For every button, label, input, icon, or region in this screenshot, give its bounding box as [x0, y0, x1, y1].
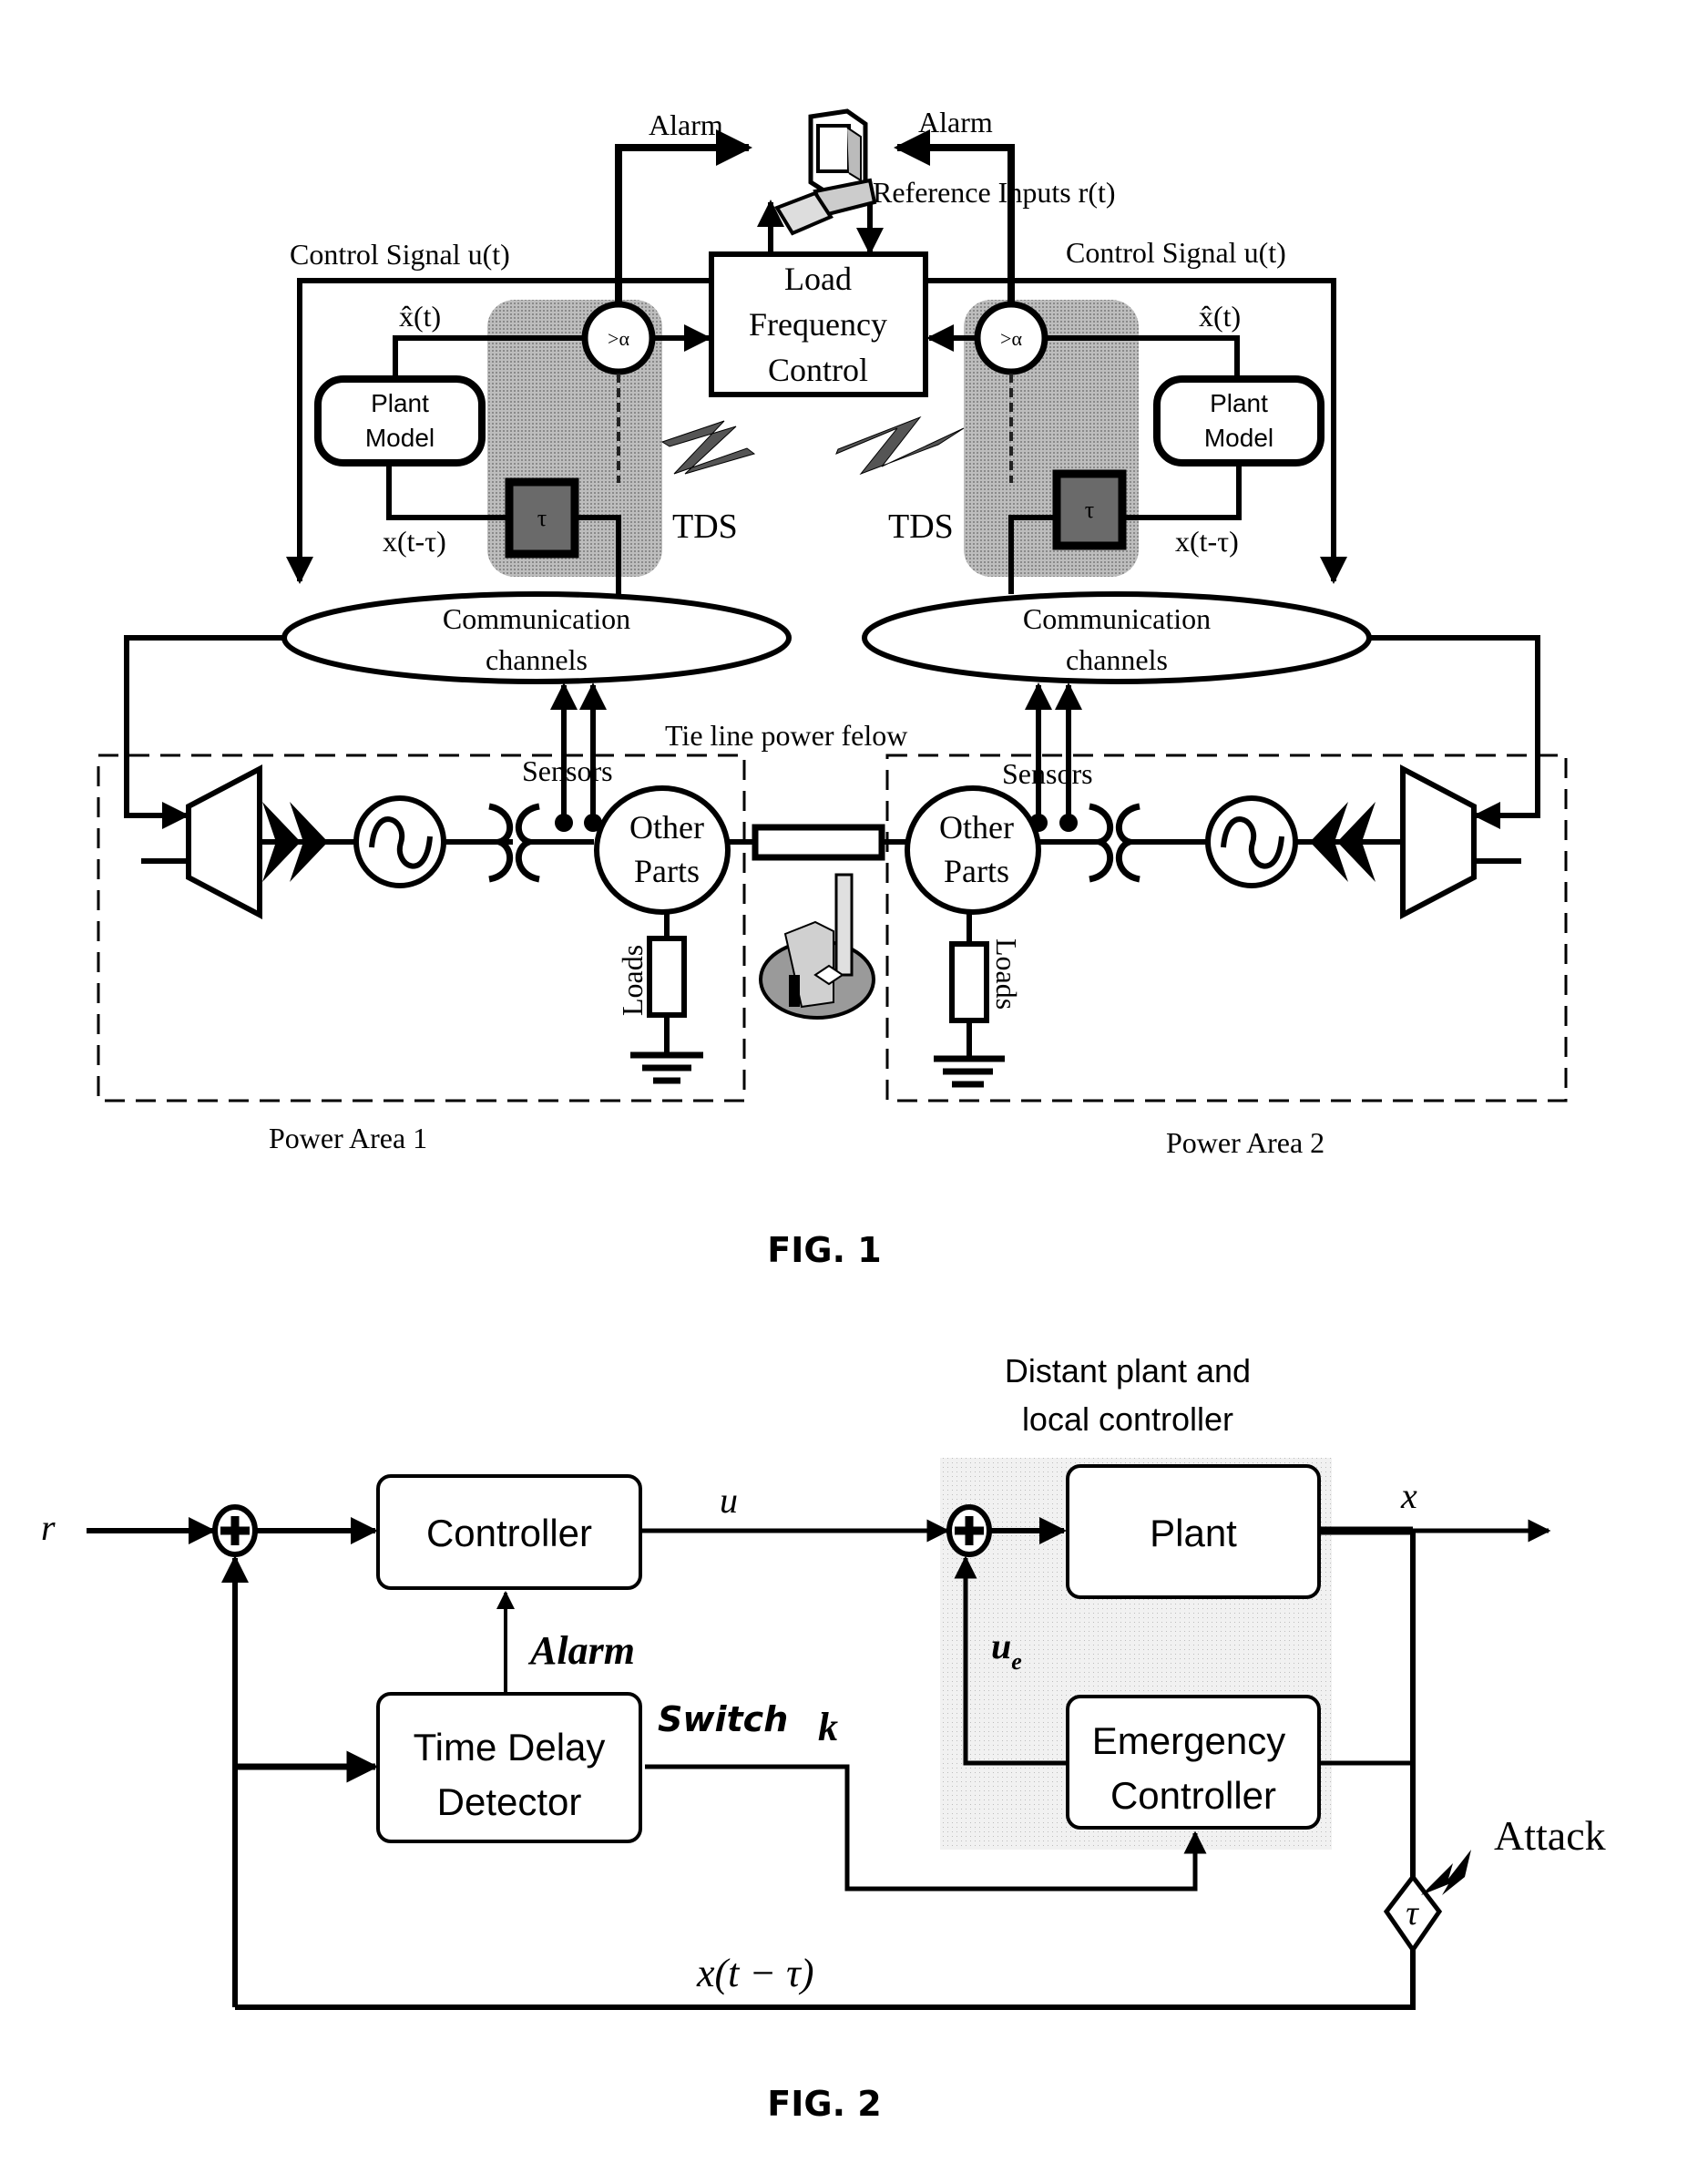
delayed-state-label: x(t − τ)	[696, 1951, 814, 1995]
controller-label: Controller	[426, 1512, 592, 1554]
plant-model-right-line-2: Model	[1204, 424, 1273, 452]
sensor-right-dot-2	[1059, 814, 1078, 832]
tau-diamond-label: τ	[1406, 1894, 1419, 1933]
other-parts-right-line-2: Parts	[944, 853, 1009, 889]
plant-model-left-line-1: Plant	[371, 389, 429, 417]
xhat-left-label: x̂(t)	[399, 300, 441, 333]
other-parts-left-line-1: Other	[629, 809, 704, 846]
transformer-right-coil-1	[1088, 803, 1114, 883]
loads-right-label: Loads	[990, 938, 1023, 1010]
k-label: k	[818, 1705, 838, 1749]
emergency-line-1: Emergency	[1092, 1719, 1285, 1762]
load-right-resistor	[949, 941, 989, 1023]
tds-right-label: TDS	[888, 508, 954, 546]
emergency-line-2: Controller	[1110, 1774, 1276, 1817]
other-parts-left-line-2: Parts	[634, 853, 700, 889]
loads-left-label: Loads	[616, 945, 649, 1016]
fig1: Alarm Alarm Reference Inputs r(t) Load F…	[97, 106, 1568, 1270]
patent-figures: Alarm Alarm Reference Inputs r(t) Load F…	[41, 106, 1606, 2124]
sensors-left-label: Sensors	[522, 754, 613, 787]
tie-line-resistor	[752, 824, 885, 861]
distant-label-line-2: local controller	[1022, 1400, 1233, 1438]
wireless-link-left-icon	[660, 420, 756, 475]
attack-lightning-icon	[1421, 1850, 1471, 1895]
turbine-right-icon	[1400, 764, 1477, 919]
delay-right-label: x(t-τ)	[1175, 525, 1239, 558]
control-signal-right-label: Control Signal u(t)	[1066, 236, 1286, 269]
other-parts-left	[594, 785, 731, 915]
comparator-left-label: >α	[608, 327, 629, 350]
plant-label: Plant	[1150, 1512, 1237, 1554]
computer-icon	[774, 108, 877, 236]
factory-icon	[759, 873, 875, 1020]
u-label: u	[720, 1480, 738, 1521]
alarm-right-label: Alarm	[918, 106, 993, 138]
comm-right-to-turbine	[1369, 635, 1540, 829]
delay-right-line	[1122, 463, 1242, 520]
r-label: r	[41, 1507, 56, 1548]
bottom-feedback-line	[235, 1950, 1416, 2010]
tie-line-label: Tie line power felow	[665, 719, 907, 752]
sensors-right-label: Sensors	[1002, 757, 1093, 790]
load-left-resistor	[647, 936, 687, 1018]
transformer-left-coil-1	[487, 803, 514, 883]
comm-left-line-1: Communication	[443, 602, 630, 635]
ground-right-icon	[934, 1055, 1005, 1088]
sensor-left-dot-1	[555, 814, 573, 832]
delay-left-label: x(t-τ)	[383, 525, 446, 558]
lfc-line-3: Control	[768, 352, 868, 388]
ue-main: u	[991, 1625, 1011, 1666]
x-label: x	[1400, 1475, 1417, 1516]
ue-subscript: e	[1011, 1648, 1022, 1675]
plant-model-left-line-2: Model	[365, 424, 435, 452]
control-signal-left-label: Control Signal u(t)	[290, 238, 510, 271]
turbine-left-icon	[186, 764, 262, 919]
fig2-caption: FIG. 2	[767, 2084, 881, 2124]
tdd-line-2: Detector	[437, 1780, 582, 1823]
comparator-right-label: >α	[1000, 327, 1022, 350]
comm-right-line-1: Communication	[1023, 602, 1211, 635]
other-parts-right	[905, 785, 1041, 915]
wireless-link-right-icon	[835, 415, 965, 476]
switch-label: Switch	[658, 1699, 788, 1739]
lfc-line-1: Load	[784, 261, 852, 297]
power-area-1-label: Power Area 1	[269, 1122, 427, 1154]
alarm-label: Alarm	[527, 1628, 635, 1673]
lfc-line-2: Frequency	[749, 306, 887, 343]
fig1-caption: FIG. 1	[767, 1230, 881, 1270]
attack-label: Attack	[1494, 1812, 1606, 1859]
tdd-line-1: Time Delay	[414, 1726, 606, 1769]
power-area-2-label: Power Area 2	[1166, 1126, 1324, 1159]
alarm-left-label: Alarm	[649, 108, 723, 141]
distant-label-line-1: Distant plant and	[1005, 1352, 1251, 1389]
reference-inputs-label: Reference Inputs r(t)	[873, 176, 1116, 209]
ground-left-icon	[630, 1051, 703, 1084]
tds-left-label: TDS	[672, 508, 738, 546]
other-parts-right-line-1: Other	[939, 809, 1014, 846]
tau-right-label: τ	[1085, 497, 1094, 523]
comm-right-line-2: channels	[1066, 643, 1168, 676]
comm-left-line-2: channels	[486, 643, 588, 676]
tau-left-label: τ	[537, 505, 547, 531]
xhat-right-label: x̂(t)	[1199, 300, 1241, 333]
plant-model-right-line-1: Plant	[1210, 389, 1268, 417]
